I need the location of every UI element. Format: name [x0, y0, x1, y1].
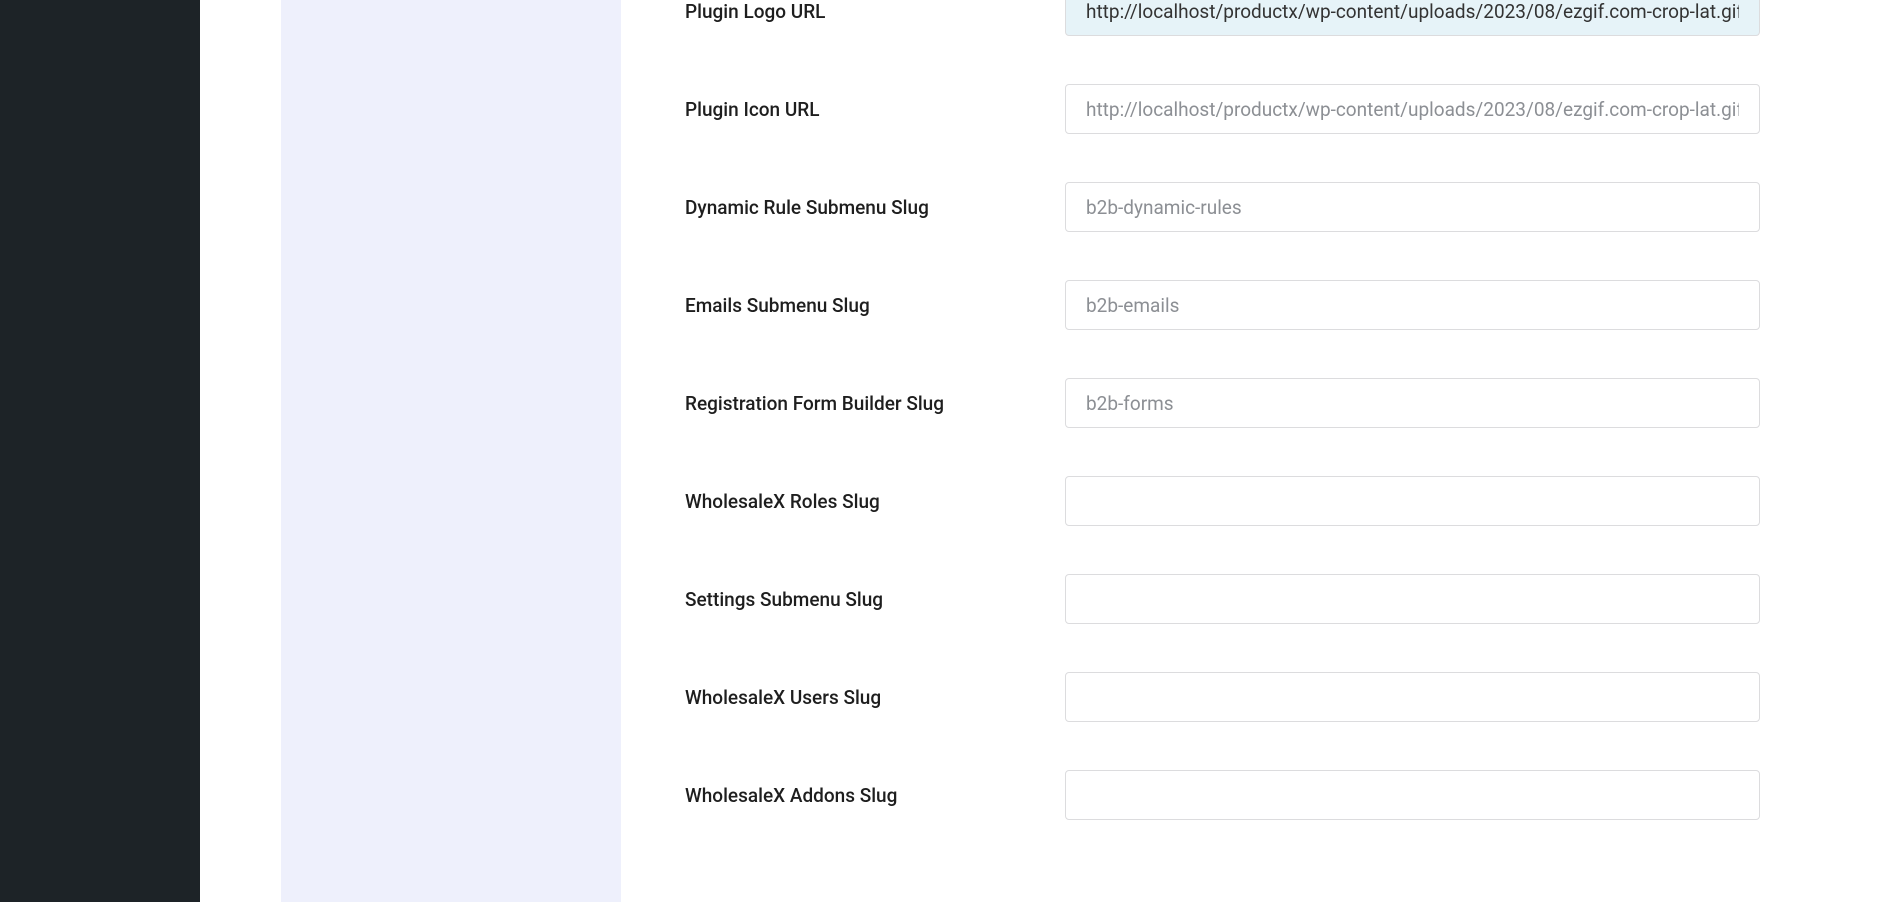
settings-form: Plugin Logo URL Plugin Icon URL Dynamic …: [621, 0, 1824, 820]
form-row-wholesalex-users-slug: WholesaleX Users Slug: [685, 672, 1760, 722]
form-row-emails-slug: Emails Submenu Slug: [685, 280, 1760, 330]
label-wholesalex-users-slug: WholesaleX Users Slug: [685, 686, 1065, 709]
input-wholesalex-addons-slug[interactable]: [1065, 770, 1760, 820]
input-wholesalex-roles-slug[interactable]: [1065, 476, 1760, 526]
wp-admin-sidebar: [0, 0, 200, 902]
settings-sidebar: [281, 0, 621, 902]
label-plugin-logo-url: Plugin Logo URL: [685, 0, 1065, 23]
input-registration-form-slug[interactable]: [1065, 378, 1760, 428]
form-row-plugin-icon-url: Plugin Icon URL: [685, 84, 1760, 134]
input-plugin-logo-url[interactable]: [1065, 0, 1760, 36]
input-dynamic-rule-slug[interactable]: [1065, 182, 1760, 232]
input-wholesalex-users-slug[interactable]: [1065, 672, 1760, 722]
input-settings-slug[interactable]: [1065, 574, 1760, 624]
label-settings-slug: Settings Submenu Slug: [685, 588, 1065, 611]
form-row-plugin-logo-url: Plugin Logo URL: [685, 0, 1760, 36]
main-content-area: Plugin Logo URL Plugin Icon URL Dynamic …: [621, 0, 1824, 902]
input-plugin-icon-url[interactable]: [1065, 84, 1760, 134]
label-wholesalex-addons-slug: WholesaleX Addons Slug: [685, 784, 1065, 807]
label-emails-slug: Emails Submenu Slug: [685, 294, 1065, 317]
form-row-registration-form-slug: Registration Form Builder Slug: [685, 378, 1760, 428]
form-row-wholesalex-roles-slug: WholesaleX Roles Slug: [685, 476, 1760, 526]
input-emails-slug[interactable]: [1065, 280, 1760, 330]
form-row-dynamic-rule-slug: Dynamic Rule Submenu Slug: [685, 182, 1760, 232]
form-row-wholesalex-addons-slug: WholesaleX Addons Slug: [685, 770, 1760, 820]
label-plugin-icon-url: Plugin Icon URL: [685, 98, 1065, 121]
label-wholesalex-roles-slug: WholesaleX Roles Slug: [685, 490, 1065, 513]
label-dynamic-rule-slug: Dynamic Rule Submenu Slug: [685, 196, 1065, 219]
form-row-settings-slug: Settings Submenu Slug: [685, 574, 1760, 624]
label-registration-form-slug: Registration Form Builder Slug: [685, 392, 1065, 415]
